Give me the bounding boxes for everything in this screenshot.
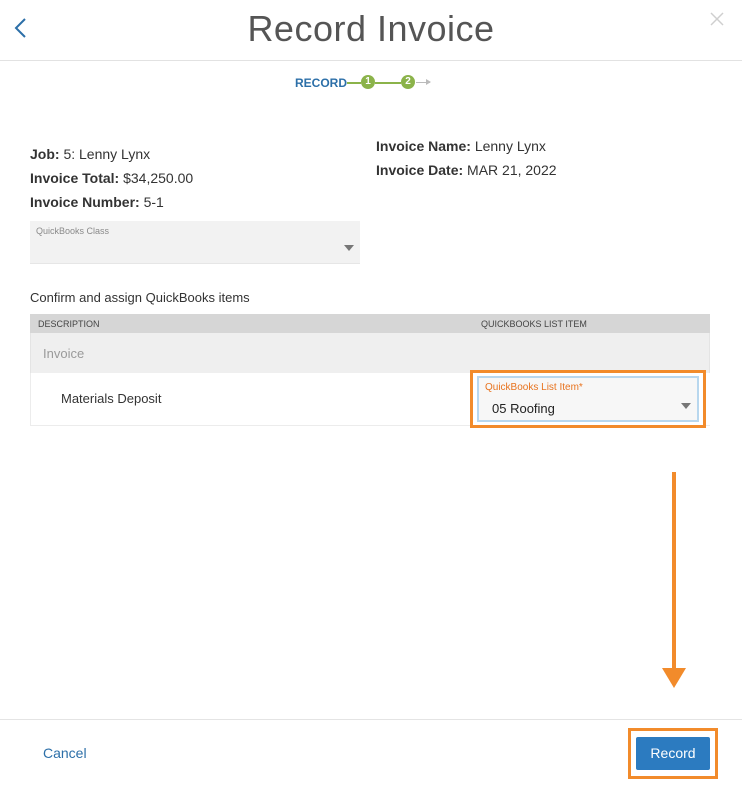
quickbooks-class-label: QuickBooks Class (36, 226, 110, 236)
invoice-date-label: Invoice Date: (376, 162, 464, 178)
quickbooks-list-item-value: 05 Roofing (492, 401, 555, 416)
dialog-header: Record Invoice (0, 0, 742, 61)
step-1-dot: 1 (361, 75, 375, 89)
quickbooks-class-select[interactable]: QuickBooks Class (30, 221, 360, 264)
cancel-button[interactable]: Cancel (43, 745, 87, 761)
invoice-number-value: 5-1 (143, 194, 164, 210)
invoice-name-info: Invoice Name: Lenny Lynx (376, 138, 546, 154)
invoice-total-value: $34,250.00 (123, 170, 194, 186)
annotation-arrow (672, 472, 676, 672)
record-button[interactable]: Record (636, 737, 710, 770)
column-description: DESCRIPTION (38, 319, 100, 329)
step-connector (375, 82, 401, 84)
invoice-number-info: Invoice Number: 5-1 (30, 194, 164, 210)
invoice-number-label: Invoice Number: (30, 194, 140, 210)
group-row-label: Invoice (43, 346, 85, 361)
invoice-date-value: MAR 21, 2022 (467, 162, 557, 178)
invoice-name-value: Lenny Lynx (474, 138, 546, 154)
job-value: 5: Lenny Lynx (63, 146, 151, 162)
close-icon[interactable] (708, 10, 726, 28)
arrow-down-icon (662, 668, 686, 688)
quickbooks-list-item-select[interactable]: QuickBooks List Item* 05 Roofing (477, 376, 699, 422)
invoice-total-info: Invoice Total: $34,250.00 (30, 170, 193, 186)
step-connector (347, 82, 361, 84)
chevron-down-icon (681, 403, 691, 409)
job-label: Job: (30, 146, 60, 162)
group-row-invoice: Invoice (30, 333, 710, 373)
invoice-name-label: Invoice Name: (376, 138, 471, 154)
column-quickbooks-list-item: QUICKBOOKS LIST ITEM (481, 319, 587, 329)
row-description: Materials Deposit (61, 391, 162, 406)
invoice-total-label: Invoice Total: (30, 170, 120, 186)
chevron-down-icon (344, 245, 354, 251)
quickbooks-list-item-label: QuickBooks List Item* (485, 382, 583, 393)
step-arrow-icon (416, 79, 431, 85)
stepper-label: RECORD (295, 76, 348, 90)
assign-items-label: Confirm and assign QuickBooks items (30, 290, 250, 305)
table-header: DESCRIPTION QUICKBOOKS LIST ITEM (30, 314, 710, 333)
step-2-dot: 2 (401, 75, 415, 89)
page-title: Record Invoice (247, 8, 495, 49)
job-info: Job: 5: Lenny Lynx (30, 146, 150, 162)
invoice-date-info: Invoice Date: MAR 21, 2022 (376, 162, 557, 178)
